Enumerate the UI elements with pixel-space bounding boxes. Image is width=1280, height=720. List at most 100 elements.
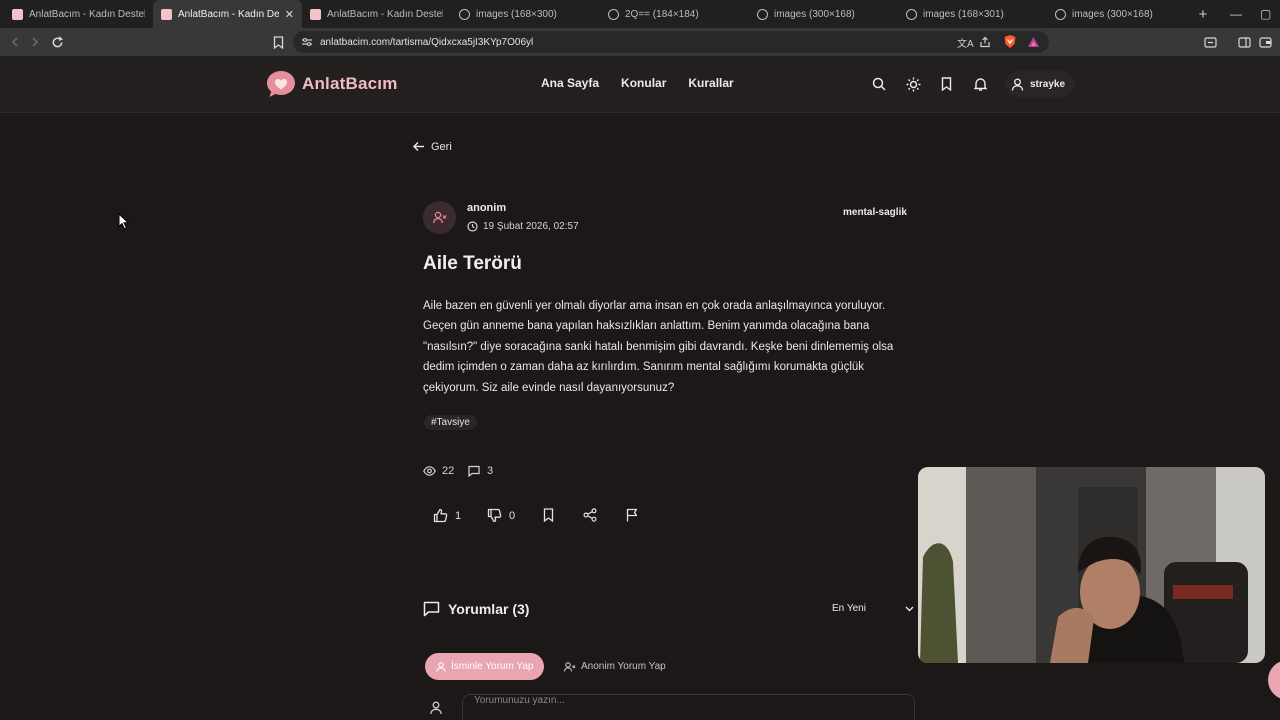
- main-nav: Ana Sayfa Konular Kurallar: [541, 76, 734, 90]
- commenter-avatar: [430, 701, 442, 720]
- comments-heading-text: Yorumlar (3): [448, 601, 530, 617]
- globe-icon: [608, 8, 619, 20]
- globe-icon: [459, 8, 470, 20]
- brave-shields-icon[interactable]: [1003, 34, 1017, 49]
- comment-count: 3: [468, 465, 493, 477]
- globe-icon: [1055, 8, 1066, 20]
- arrow-left-icon: [412, 141, 424, 152]
- sort-select[interactable]: En Yeni: [832, 603, 914, 614]
- dislike-button[interactable]: 0: [487, 508, 515, 523]
- mouse-cursor-icon: [118, 213, 130, 230]
- user-menu-button[interactable]: strayke: [1005, 71, 1076, 97]
- post-title: Aile Terörü: [423, 253, 522, 274]
- chevron-left-icon: [11, 37, 18, 47]
- back-link[interactable]: Geri: [412, 140, 452, 153]
- site-favicon-icon: [310, 8, 321, 20]
- site-favicon-icon: [161, 8, 172, 20]
- saved-posts-button[interactable]: [938, 76, 954, 92]
- author-avatar: [423, 201, 456, 234]
- user-icon: [1011, 78, 1024, 91]
- bookmark-icon: [941, 77, 951, 91]
- search-button[interactable]: [871, 76, 887, 92]
- post-tag[interactable]: #Tavsiye: [424, 415, 477, 430]
- browser-tab[interactable]: images (300×168): [749, 0, 898, 28]
- site-logo[interactable]: AnlatBacım: [265, 69, 398, 99]
- back-nav-button[interactable]: [7, 34, 23, 50]
- logo-text: AnlatBacım: [302, 74, 398, 93]
- site-header: AnlatBacım Ana Sayfa Konular Kurallar st…: [0, 56, 1280, 113]
- like-button[interactable]: 1: [433, 508, 461, 523]
- flag-icon: [626, 508, 638, 522]
- like-count: 1: [455, 509, 462, 522]
- post-category[interactable]: mental-saglik: [843, 207, 907, 218]
- browser-tab[interactable]: images (168×301): [898, 0, 1047, 28]
- nav-rules-link[interactable]: Kurallar: [688, 76, 733, 90]
- chevron-down-icon: [905, 606, 914, 611]
- sidebar-icon: [1237, 36, 1251, 48]
- share-icon: [583, 508, 597, 522]
- anonymous-comment-tab[interactable]: Anonim Yorum Yap: [560, 653, 670, 680]
- comment-icon: [468, 465, 480, 477]
- named-comment-tab[interactable]: İsminle Yorum Yap: [425, 653, 545, 680]
- site-favicon-icon: [12, 8, 23, 20]
- browser-tab[interactable]: AnlatBacım - Kadın Destek Platformu: [302, 0, 451, 28]
- user-icon: [436, 661, 446, 672]
- notifications-button[interactable]: [972, 76, 988, 92]
- translate-icon[interactable]: 文A: [957, 35, 974, 50]
- sidebar-toggle-button[interactable]: [1236, 34, 1252, 50]
- comment-count-text: 3: [487, 465, 494, 477]
- comments-heading: Yorumlar (3): [423, 601, 529, 617]
- post-date: 19 Şubat 2026, 02:57: [467, 221, 579, 232]
- anonymous-comment-label: Anonim Yorum Yap: [581, 661, 666, 672]
- minimize-button[interactable]: —: [1230, 0, 1242, 28]
- maximize-button[interactable]: ▢: [1260, 0, 1271, 28]
- floating-action-button[interactable]: [1268, 660, 1280, 700]
- nav-topics-link[interactable]: Konular: [621, 76, 666, 90]
- new-tab-button[interactable]: +: [1191, 6, 1215, 23]
- bookmark-icon: [273, 35, 283, 49]
- bookmark-icon: [543, 508, 554, 522]
- reading-list-button[interactable]: [1202, 34, 1218, 50]
- nav-home-link[interactable]: Ana Sayfa: [541, 76, 599, 90]
- browser-tab[interactable]: images (168×300): [451, 0, 600, 28]
- back-label: Geri: [431, 140, 452, 153]
- username: strayke: [1030, 78, 1066, 90]
- anonymous-user-icon: [564, 661, 576, 672]
- view-count-text: 22: [442, 465, 455, 477]
- browser-tab[interactable]: 2Q== (184×184): [600, 0, 749, 28]
- share-icon[interactable]: [979, 36, 991, 48]
- post-date-text: 19 Şubat 2026, 02:57: [483, 221, 579, 232]
- globe-icon: [906, 8, 917, 20]
- save-post-button[interactable]: [543, 508, 554, 522]
- anonymous-user-icon: [432, 211, 446, 224]
- browser-tab-active[interactable]: AnlatBacım - Kadın Destek Platformu✕: [153, 0, 302, 28]
- close-tab-icon[interactable]: ✕: [285, 8, 294, 21]
- view-count: 22: [423, 465, 454, 477]
- site-settings-icon[interactable]: [301, 37, 313, 47]
- reload-icon: [52, 35, 63, 47]
- eye-icon: [423, 466, 436, 476]
- chevron-right-icon: [32, 37, 39, 47]
- browser-tab[interactable]: images (300×168): [1047, 0, 1177, 28]
- forward-nav-button[interactable]: [27, 34, 43, 50]
- user-icon: [430, 701, 442, 715]
- thumbs-down-icon: [487, 508, 502, 523]
- browser-tab[interactable]: AnlatBacım - Kadın Destek Platformu: [4, 0, 153, 28]
- comment-input[interactable]: [462, 694, 915, 720]
- speech-bubble-heart-icon: [267, 71, 295, 97]
- post-author: anonim: [467, 202, 507, 214]
- address-bar[interactable]: anlatbacim.com/tartisma/Qidxcxa5jI3KYp7O…: [293, 31, 1049, 53]
- clock-icon: [467, 221, 478, 232]
- theme-toggle-button[interactable]: [905, 76, 921, 92]
- sun-icon: [906, 77, 920, 91]
- url-text: anlatbacim.com/tartisma/Qidxcxa5jI3KYp7O…: [320, 36, 534, 48]
- brave-rewards-icon[interactable]: [1027, 36, 1040, 48]
- wallet-icon: [1258, 36, 1272, 48]
- share-button[interactable]: [583, 508, 597, 522]
- named-comment-label: İsminle Yorum Yap: [451, 661, 534, 672]
- report-button[interactable]: [626, 508, 638, 522]
- reload-button[interactable]: [49, 34, 65, 50]
- wallet-button[interactable]: [1257, 34, 1273, 50]
- bookmark-page-button[interactable]: [270, 34, 286, 50]
- sort-selected-value: En Yeni: [832, 603, 866, 614]
